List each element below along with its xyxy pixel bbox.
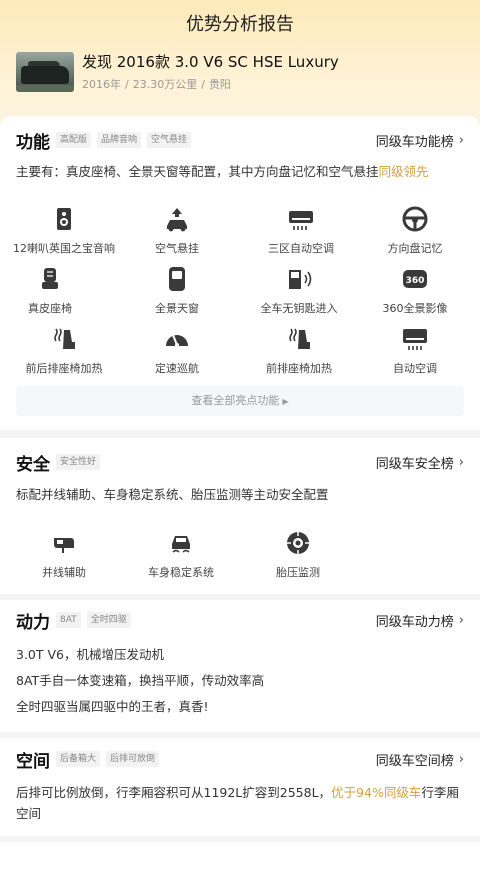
space-summary: 后排可比例放倒，行李厢容积可从1192L扩容到2558L，优于94%同级车行李厢…	[16, 782, 464, 824]
steering-wheel-icon	[402, 206, 428, 232]
stability-control-icon	[172, 536, 190, 553]
power-line: 全时四驱当属四驱中的王者，真香!	[16, 699, 209, 714]
function-tag: 品牌音响	[97, 132, 142, 148]
safety-rank-label: 同级车安全榜	[375, 456, 454, 472]
speaker-icon	[57, 208, 71, 230]
auto-ac-icon	[403, 329, 427, 350]
chevron-right-icon: ›	[458, 612, 464, 628]
space-card: 空间 后备箱大 后排可放倒 同级车空间榜 › 后排可比例放倒，行李厢容积可从119…	[0, 738, 480, 836]
feature-item[interactable]: 胎压监测	[243, 530, 353, 580]
power-line: 8AT手自一体变速箱，换挡平顺，传动效率高	[16, 673, 265, 688]
car-summary[interactable]: 发现 2016款 3.0 V6 SC HSE Luxury 2016年 /23.3…	[16, 52, 339, 92]
power-title: 动力	[16, 612, 50, 633]
feature-item[interactable]: 360 360全景影像	[360, 266, 470, 316]
feature-item[interactable]: 前排座椅加热	[244, 326, 354, 376]
feature-label: 三区自动空调	[268, 242, 334, 255]
space-summary-highlight: 优于94%同级车	[331, 785, 422, 800]
feature-item[interactable]: 真皮座椅	[0, 266, 105, 316]
function-summary-text: 主要有：真皮座椅、全景天窗等配置，其中方向盘记忆和空气悬挂	[16, 164, 379, 179]
power-tag: 8AT	[56, 612, 81, 628]
feature-item[interactable]: 全景天窗	[122, 266, 232, 316]
space-rank-link[interactable]: 同级车空间榜 ›	[376, 750, 464, 769]
feature-item[interactable]: 12喇叭英国之宝音响	[9, 206, 119, 256]
feature-item[interactable]: 全车无钥匙进入	[244, 266, 354, 316]
meta-separator: /	[125, 78, 129, 91]
space-rank-label: 同级车空间榜	[375, 753, 454, 769]
power-card: 动力 8AT 全时四驱 同级车动力榜 › 3.0T V6，机械增压发动机 8AT手…	[0, 600, 480, 732]
svg-text:360: 360	[406, 276, 425, 286]
feature-label: 12喇叭英国之宝音响	[13, 242, 115, 255]
feature-label: 全车无钥匙进入	[260, 302, 338, 315]
chevron-right-icon: ›	[458, 751, 464, 767]
air-suspension-icon	[167, 208, 187, 232]
function-title: 功能	[16, 132, 50, 153]
function-tag: 高配版	[56, 132, 92, 148]
power-rank-label: 同级车动力榜	[375, 614, 454, 630]
keyless-entry-icon	[289, 270, 312, 289]
chevron-right-icon: ›	[458, 454, 464, 470]
triangle-right-icon: ▶	[282, 397, 289, 406]
feature-label: 胎压监测	[276, 566, 320, 579]
panoramic-sunroof-icon	[169, 267, 185, 291]
feature-item[interactable]: 定速巡航	[122, 326, 232, 376]
car-mileage: 23.30万公里	[132, 78, 198, 91]
feature-label: 定速巡航	[155, 362, 199, 375]
car-meta: 2016年/23.30万公里 / 贵阳	[82, 76, 339, 92]
feature-label: 真皮座椅	[28, 302, 72, 315]
function-summary: 主要有：真皮座椅、全景天窗等配置，其中方向盘记忆和空气悬挂同级领先	[16, 161, 464, 182]
space-tag: 后排可放倒	[106, 751, 160, 767]
function-card: 功能 高配版 品牌音响 空气悬挂 同级车功能榜 › 主要有：真皮座椅、全景天窗等配…	[0, 116, 480, 430]
feature-item[interactable]: 三区自动空调	[246, 206, 356, 256]
safety-summary: 标配并线辅助、车身稳定系统、胎压监测等主动安全配置	[16, 487, 329, 502]
feature-label: 全景天窗	[155, 302, 199, 315]
function-summary-highlight: 同级领先	[378, 164, 429, 179]
car-thumbnail	[16, 52, 74, 92]
tire-pressure-icon	[287, 532, 309, 554]
lane-assist-icon	[54, 538, 74, 553]
function-rank-link[interactable]: 同级车功能榜 ›	[376, 131, 464, 150]
chevron-right-icon: ›	[458, 132, 464, 148]
feature-item[interactable]: 车身稳定系统	[126, 530, 236, 580]
feature-item[interactable]: 空气悬挂	[122, 206, 232, 256]
view-all-label: 查看全部亮点功能	[191, 394, 280, 407]
climate-control-icon	[289, 211, 313, 230]
meta-separator: /	[201, 78, 205, 91]
feature-item[interactable]: 方向盘记忆	[360, 206, 470, 256]
power-tag: 全时四驱	[86, 612, 131, 628]
feature-label: 前后排座椅加热	[25, 362, 103, 375]
feature-label: 方向盘记忆	[387, 242, 443, 255]
function-tag: 空气悬挂	[147, 132, 192, 148]
feature-item[interactable]: 前后排座椅加热	[9, 326, 119, 376]
safety-rank-link[interactable]: 同级车安全榜 ›	[376, 453, 464, 472]
feature-label: 车身稳定系统	[148, 566, 214, 579]
leather-seat-icon	[42, 268, 58, 289]
feature-label: 空气悬挂	[155, 242, 199, 255]
safety-title: 安全	[16, 454, 50, 475]
car-name: 发现 2016款 3.0 V6 SC HSE Luxury	[82, 53, 339, 71]
camera-360-icon: 360	[403, 270, 427, 288]
view-all-features-button[interactable]: 查看全部亮点功能 ▶	[16, 386, 464, 416]
feature-label: 自动空调	[393, 362, 437, 375]
safety-card: 安全 安全性好 同级车安全榜 › 标配并线辅助、车身稳定系统、胎压监测等主动安全配…	[0, 438, 480, 594]
feature-label: 并线辅助	[42, 566, 86, 579]
power-line: 3.0T V6，机械增压发动机	[16, 647, 164, 662]
power-rank-link[interactable]: 同级车动力榜 ›	[376, 611, 464, 630]
space-title: 空间	[16, 751, 50, 772]
cruise-control-icon	[166, 334, 188, 347]
page-title: 优势分析报告	[186, 14, 294, 35]
car-year: 2016年	[82, 78, 121, 91]
feature-item[interactable]: 并线辅助	[9, 530, 119, 580]
front-seat-heating-icon	[289, 328, 310, 349]
car-city: 贵阳	[208, 78, 231, 91]
safety-tag: 安全性好	[56, 454, 101, 470]
space-summary-text: 后排可比例放倒，行李厢容积可从1192L扩容到2558L，	[16, 785, 332, 800]
feature-label: 前排座椅加热	[266, 362, 332, 375]
seat-heating-icon	[54, 328, 75, 349]
feature-item[interactable]: 自动空调	[360, 326, 470, 376]
feature-label: 360全景影像	[382, 302, 448, 315]
space-tag: 后备箱大	[56, 751, 101, 767]
next-card-peek	[0, 842, 480, 881]
function-rank-label: 同级车功能榜	[375, 134, 454, 150]
